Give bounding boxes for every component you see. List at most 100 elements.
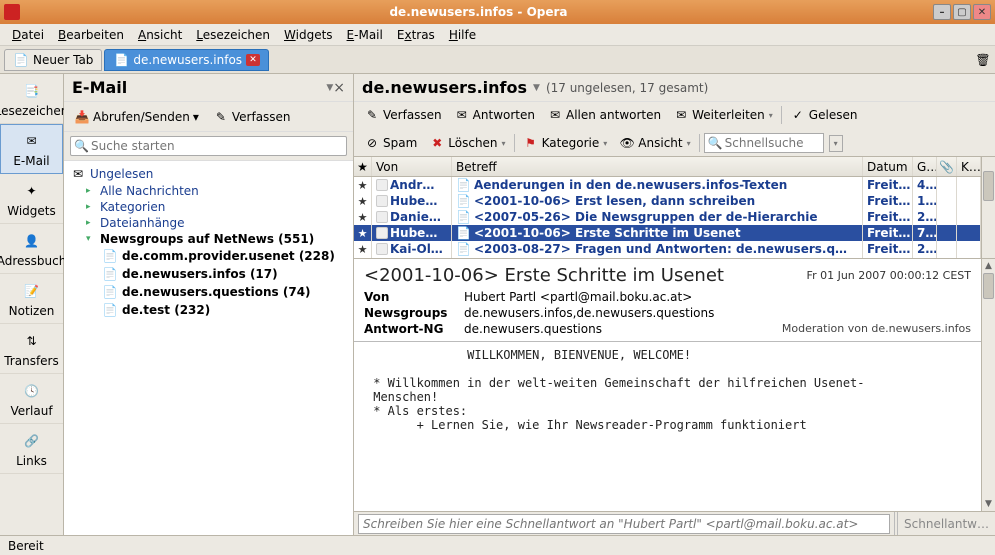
col-from[interactable]: Von bbox=[372, 157, 452, 176]
fetch-send-button[interactable]: 📥Abrufen/Senden▾ bbox=[70, 107, 203, 127]
scrollbar-thumb[interactable] bbox=[983, 273, 994, 299]
tree-newsgroups[interactable]: ▾Newsgroups auf NetNews (551) bbox=[64, 231, 353, 247]
chevron-down-icon[interactable]: ▾ bbox=[687, 139, 691, 148]
tree-all[interactable]: ▸Alle Nachrichten bbox=[64, 183, 353, 199]
star-icon[interactable]: ★ bbox=[358, 227, 368, 240]
menubar: Datei Bearbeiten Ansicht Lesezeichen Wid… bbox=[0, 24, 995, 46]
tab-newtab[interactable]: 📄 Neuer Tab bbox=[4, 49, 102, 71]
from-text: Hube… bbox=[390, 194, 437, 208]
quick-reply-input[interactable] bbox=[358, 514, 890, 534]
maximize-button[interactable]: ▢ bbox=[953, 4, 971, 20]
close-button[interactable]: ✕ bbox=[973, 4, 991, 20]
panel-history[interactable]: 🕓Verlauf bbox=[0, 374, 63, 424]
col-star[interactable]: ★ bbox=[354, 157, 372, 176]
compose-button[interactable]: ✎Verfassen bbox=[209, 107, 295, 127]
chevron-down-icon[interactable]: ▾ bbox=[193, 110, 199, 124]
menu-view[interactable]: Ansicht bbox=[132, 26, 188, 44]
avatar-icon bbox=[376, 243, 388, 255]
scroll-up-icon[interactable]: ▲ bbox=[982, 259, 995, 273]
tb-spam[interactable]: ⊘Spam bbox=[360, 133, 421, 153]
menu-bookmarks[interactable]: Lesezeichen bbox=[190, 26, 276, 44]
group-name: de.newusers.infos bbox=[362, 78, 527, 97]
link-icon: 🔗 bbox=[21, 430, 43, 452]
chevron-down-icon[interactable]: ▾ bbox=[502, 139, 506, 148]
minimize-button[interactable]: – bbox=[933, 4, 951, 20]
col-k[interactable]: K… bbox=[957, 157, 981, 176]
menu-mail[interactable]: E-Mail bbox=[341, 26, 389, 44]
col-attachment[interactable]: 📎 bbox=[937, 157, 957, 176]
message-row[interactable]: ★Andr…📄Aenderungen in den de.newusers.in… bbox=[354, 177, 981, 193]
panel-transfers[interactable]: ⇅Transfers bbox=[0, 324, 63, 374]
scrollbar-thumb[interactable] bbox=[983, 171, 994, 201]
panel-bookmarks[interactable]: 📑Lesezeichen bbox=[0, 74, 63, 124]
star-icon[interactable]: ★ bbox=[358, 211, 368, 224]
tree-group-item[interactable]: 📄de.newusers.questions (74) bbox=[64, 283, 353, 301]
clock-icon: 🕓 bbox=[21, 380, 43, 402]
message-row[interactable]: ★Kai-Ol…📄<2003-08-27> Fragen und Antwort… bbox=[354, 241, 981, 257]
tree-unread[interactable]: ✉Ungelesen bbox=[64, 165, 353, 183]
from-text: Danie… bbox=[390, 210, 441, 224]
col-size[interactable]: G… bbox=[913, 157, 937, 176]
panel-addressbook[interactable]: 👤Adressbuch bbox=[0, 224, 63, 274]
quick-reply-button[interactable]: Schnellantw… bbox=[898, 515, 995, 533]
k-cell bbox=[957, 177, 981, 193]
chevron-down-icon[interactable]: ▼ bbox=[533, 83, 540, 93]
tab-active[interactable]: 📄 de.newusers.infos ✕ bbox=[104, 49, 269, 71]
panel-notes[interactable]: 📝Notizen bbox=[0, 274, 63, 324]
col-date[interactable]: Datum bbox=[863, 157, 913, 176]
tree-group-item[interactable]: 📄de.test (232) bbox=[64, 301, 353, 319]
folder-title: E-Mail bbox=[72, 78, 322, 97]
tab-close-icon[interactable]: ✕ bbox=[246, 54, 260, 66]
tab-label: de.newusers.infos bbox=[133, 53, 242, 67]
attachment-cell bbox=[937, 193, 957, 209]
tree-categories[interactable]: ▸Kategorien bbox=[64, 199, 353, 215]
message-row[interactable]: ★Hube…📄<2001-10-06> Erst lesen, dann sch… bbox=[354, 193, 981, 209]
menu-file[interactable]: Datei bbox=[6, 26, 50, 44]
menu-help[interactable]: Hilfe bbox=[443, 26, 482, 44]
message-list: ★ Von Betreff Datum G… 📎 K… ★Andr…📄Aende… bbox=[354, 157, 995, 259]
message-row[interactable]: ★Hube…📄<2001-10-06> Erste Schritte im Us… bbox=[354, 225, 981, 241]
tb-forward[interactable]: ✉Weiterleiten▾ bbox=[669, 105, 777, 125]
star-icon[interactable]: ★ bbox=[358, 195, 368, 208]
size-text: 7… bbox=[913, 225, 937, 241]
preview-scrollbar[interactable]: ▲ ▼ bbox=[981, 259, 995, 511]
chevron-down-icon[interactable]: ▾ bbox=[603, 139, 607, 148]
chevron-down-icon[interactable]: ▾ bbox=[829, 135, 843, 152]
panel-widgets[interactable]: ✦Widgets bbox=[0, 174, 63, 224]
menu-edit[interactable]: Bearbeiten bbox=[52, 26, 130, 44]
message-preview: <2001-10-06> Erste Schritte im Usenet Fr… bbox=[354, 259, 995, 511]
tb-read[interactable]: ✓Gelesen bbox=[786, 105, 862, 125]
scroll-down-icon[interactable]: ▼ bbox=[982, 497, 995, 511]
chevron-down-icon[interactable]: ▼ bbox=[326, 83, 333, 93]
col-subject[interactable]: Betreff bbox=[452, 157, 863, 176]
group-header: de.newusers.infos ▼ (17 ungelesen, 17 ge… bbox=[354, 74, 995, 102]
tb-compose[interactable]: ✎Verfassen bbox=[360, 105, 446, 125]
attachment-cell bbox=[937, 209, 957, 225]
from-text: Andr… bbox=[390, 178, 434, 192]
doc-icon: 📄 bbox=[102, 302, 118, 318]
tb-replyall[interactable]: ✉Allen antworten bbox=[543, 105, 665, 125]
panel-email[interactable]: ✉E-Mail bbox=[0, 124, 63, 174]
menu-widgets[interactable]: Widgets bbox=[278, 26, 339, 44]
panel-close-icon[interactable]: × bbox=[333, 80, 345, 96]
tb-delete[interactable]: ✖Löschen▾ bbox=[425, 133, 509, 153]
flag-icon: ⚑ bbox=[523, 135, 539, 151]
star-icon[interactable]: ★ bbox=[358, 179, 368, 192]
attachment-cell bbox=[937, 241, 957, 257]
menu-extras[interactable]: Extras bbox=[391, 26, 441, 44]
star-icon[interactable]: ★ bbox=[358, 243, 368, 256]
message-row[interactable]: ★Danie…📄<2007-05-26> Die Newsgruppen der… bbox=[354, 209, 981, 225]
panel-links[interactable]: 🔗Links bbox=[0, 424, 63, 474]
list-scrollbar[interactable] bbox=[981, 157, 995, 258]
tb-category[interactable]: ⚑Kategorie▾ bbox=[519, 133, 612, 153]
tree-group-item[interactable]: 📄de.comm.provider.usenet (228) bbox=[64, 247, 353, 265]
trash-icon[interactable]: 🗑 bbox=[975, 52, 991, 68]
chevron-down-icon[interactable]: ▾ bbox=[769, 111, 773, 120]
tb-reply[interactable]: ✉Antworten bbox=[450, 105, 539, 125]
folder-tree: ✉Ungelesen ▸Alle Nachrichten ▸Kategorien… bbox=[64, 161, 353, 535]
folder-search-input[interactable] bbox=[70, 136, 347, 156]
tb-view[interactable]: 👁Ansicht▾ bbox=[615, 133, 694, 153]
folder-search: 🔍 bbox=[64, 132, 353, 161]
tree-attachments[interactable]: ▸Dateianhänge bbox=[64, 215, 353, 231]
tree-group-item[interactable]: 📄de.newusers.infos (17) bbox=[64, 265, 353, 283]
